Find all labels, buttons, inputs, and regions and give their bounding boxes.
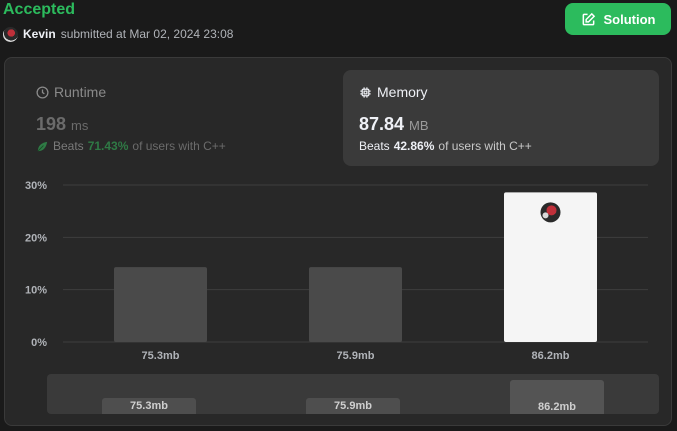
submitter-info: Kevin submitted at Mar 02, 2024 23:08 bbox=[3, 26, 233, 42]
x-tick-label: 75.3mb bbox=[142, 350, 180, 362]
edit-icon bbox=[582, 12, 595, 25]
submitted-time: submitted at Mar 02, 2024 23:08 bbox=[60, 27, 234, 41]
solution-label: Solution bbox=[603, 11, 656, 27]
user-name[interactable]: Kevin bbox=[23, 27, 56, 41]
y-tick-label: 30% bbox=[25, 180, 47, 192]
navigator-bar[interactable]: 75.3mb bbox=[102, 398, 196, 414]
x-tick-label: 86.2mb bbox=[532, 350, 570, 362]
y-tick-label: 10% bbox=[25, 285, 47, 297]
submission-status: Accepted bbox=[3, 1, 76, 18]
y-tick-label: 0% bbox=[31, 337, 47, 349]
chart-bar[interactable] bbox=[309, 267, 402, 342]
navigator-bar[interactable]: 86.2mb bbox=[510, 380, 604, 414]
user-avatar[interactable] bbox=[3, 26, 18, 42]
chart-bar[interactable] bbox=[114, 267, 207, 342]
chart-navigator[interactable]: 75.3mb 75.9mb 86.2mb bbox=[47, 374, 659, 414]
navigator-bar[interactable]: 75.9mb bbox=[306, 398, 400, 414]
y-tick-label: 20% bbox=[25, 232, 47, 244]
user-avatar-marker bbox=[540, 202, 561, 223]
solution-button[interactable]: Solution bbox=[565, 3, 671, 35]
chart-canvas: 0% 10% 20% 30% 75.3mb 75.9mb 86.2mb bbox=[25, 180, 648, 362]
memory-distribution-chart: 0% 10% 20% 30% 75.3mb 75.9mb 86.2mb bbox=[5, 58, 673, 427]
stats-panel: Runtime 198 ms Beats 71.43% of users wit… bbox=[4, 57, 672, 426]
x-tick-label: 75.9mb bbox=[337, 350, 375, 362]
